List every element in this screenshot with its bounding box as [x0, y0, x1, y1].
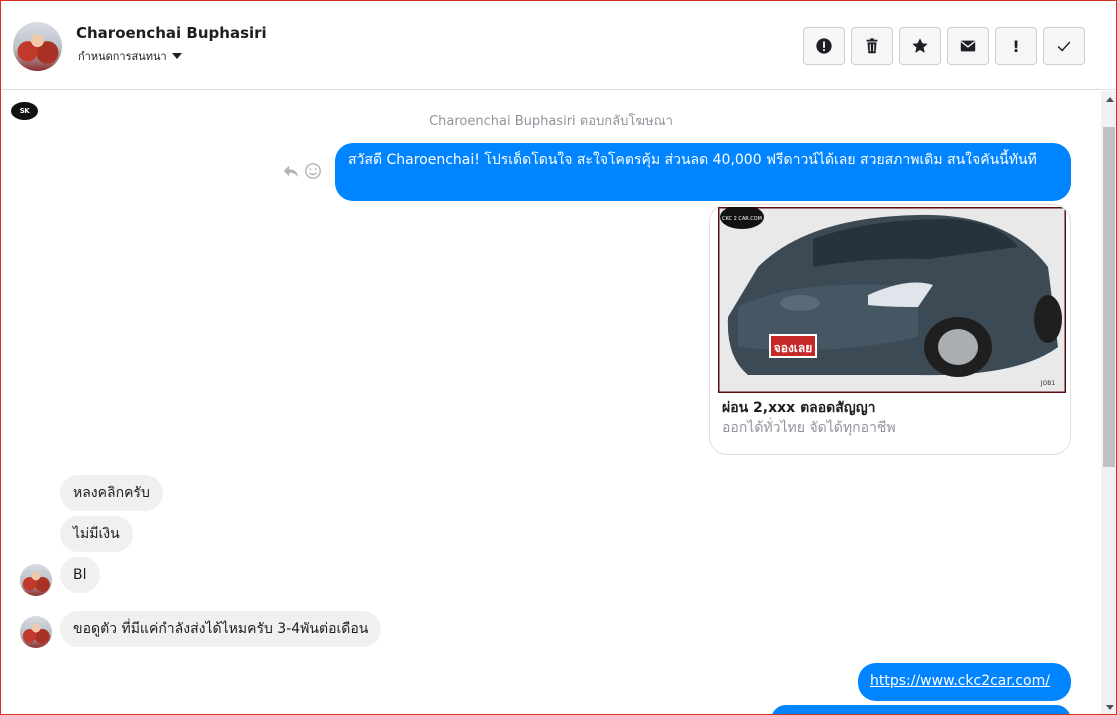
reply-icon[interactable] — [282, 162, 300, 180]
delete-button[interactable] — [851, 27, 893, 65]
ad-card[interactable]: จองเลย CKC 2 CAR.COM JOB1 ผ่อน 2,xxx ตลอ… — [709, 204, 1071, 455]
arrow-up-icon — [1105, 97, 1114, 102]
incoming-message[interactable]: หลงคลิกครับ — [60, 475, 163, 511]
scroll-thumb[interactable] — [1103, 127, 1115, 467]
mark-spam-button[interactable]: ! — [995, 27, 1037, 65]
caret-down-icon — [171, 53, 182, 59]
card-subtitle: ออกได้ทั่วไทย จัดได้ทุกอาชีพ — [722, 420, 896, 436]
check-icon — [1057, 41, 1071, 52]
reserve-badge: จองเลย — [774, 341, 813, 355]
message-actions — [282, 162, 322, 180]
emoji-icon[interactable] — [304, 162, 322, 180]
mark-done-button[interactable] — [1043, 27, 1085, 65]
star-button[interactable] — [899, 27, 941, 65]
assign-label: กำหนดการสนทนา — [78, 50, 167, 63]
brand-watermark: CKC 2 CAR.COM — [722, 216, 762, 222]
assign-conversation-dropdown[interactable]: กำหนดการสนทนา — [78, 47, 182, 65]
arrow-down-icon — [1105, 705, 1114, 710]
trash-icon — [866, 38, 878, 54]
outgoing-message[interactable]: สวัสดี Charoenchai! โปรเด็ดโดนใจ สะใจโคต… — [335, 143, 1071, 201]
contact-name[interactable]: Charoenchai Buphasiri — [76, 24, 267, 42]
incoming-message[interactable]: ขอดูตัว ที่มีแค่กำลังส่งได้ไหมครับ 3-4พั… — [60, 611, 382, 647]
outgoing-message-partial[interactable] — [771, 705, 1071, 714]
plate-text: JOB1 — [1040, 380, 1056, 387]
outgoing-link-message[interactable]: https://www.ckc2car.com/ — [858, 663, 1071, 701]
incoming-message[interactable]: ไม่มีเงิน — [60, 516, 133, 552]
system-note: Charoenchai Buphasiri ตอบกลับโฆษณา — [429, 114, 673, 129]
scroll-down-button[interactable] — [1101, 699, 1116, 714]
conversation-header: Charoenchai Buphasiri กำหนดการสนทนา ! — [1, 1, 1116, 90]
exclamation-icon: ! — [1012, 36, 1020, 56]
scroll-up-button[interactable] — [1101, 91, 1116, 108]
card-title: ผ่อน 2,xxx ตลอดสัญญา — [722, 400, 876, 416]
star-icon — [912, 38, 928, 53]
envelope-icon — [960, 40, 976, 52]
thread-scrollbar[interactable] — [1101, 91, 1116, 714]
messenger-window: Charoenchai Buphasiri กำหนดการสนทนา ! SK… — [0, 0, 1117, 715]
message-thread: SK Charoenchai Buphasiri ตอบกลับโฆษณา สว… — [1, 91, 1101, 714]
header-toolbar: ! — [803, 27, 1085, 65]
mark-unread-button[interactable] — [947, 27, 989, 65]
sender-avatar[interactable] — [20, 616, 52, 648]
report-button[interactable] — [803, 27, 845, 65]
incoming-message[interactable]: Bl — [60, 557, 100, 593]
car-ad-image: จองเลย CKC 2 CAR.COM JOB1 — [718, 207, 1066, 393]
alert-circle-icon — [816, 38, 832, 54]
sender-avatar[interactable] — [20, 564, 52, 596]
contact-avatar[interactable] — [13, 22, 62, 71]
